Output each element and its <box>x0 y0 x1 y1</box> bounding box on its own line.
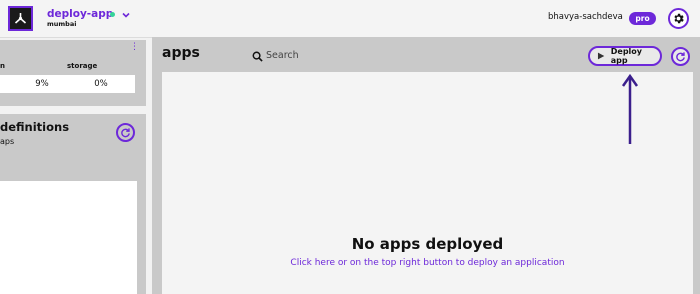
top-bar: deploy-app mumbai bhavya-sachdeva pro <box>0 0 700 38</box>
play-icon <box>597 52 605 60</box>
status-indicator <box>110 12 115 17</box>
usage-panel: ⋮ n storage 9% 0% <box>0 40 146 106</box>
refresh-button[interactable] <box>671 47 690 66</box>
definitions-title: definitions <box>0 120 70 134</box>
app-name[interactable]: deploy-app <box>47 8 113 20</box>
more-vertical-icon[interactable]: ⋮ <box>130 43 139 52</box>
search-input[interactable]: Search <box>266 50 299 61</box>
arrow-up-annotation <box>621 73 639 144</box>
stat-value: 9% <box>0 75 71 93</box>
definitions-panel: definitions aps <box>0 114 146 294</box>
plan-badge: pro <box>629 12 656 25</box>
apps-list-area: No apps deployed Click here or on the to… <box>162 72 693 294</box>
chevron-down-icon[interactable] <box>121 10 131 20</box>
username[interactable]: bhavya-sachdeva <box>548 12 623 22</box>
logo-icon[interactable] <box>8 6 33 31</box>
gear-icon <box>674 13 684 24</box>
search-icon <box>252 51 263 62</box>
deploy-app-button[interactable]: Deploy app <box>588 46 662 66</box>
stat-label: n <box>0 62 5 70</box>
refresh-icon <box>121 128 130 138</box>
deploy-button-label: Deploy app <box>610 47 642 65</box>
settings-button[interactable] <box>668 8 689 29</box>
refresh-button[interactable] <box>116 123 135 142</box>
empty-state-title: No apps deployed <box>351 235 504 253</box>
empty-state-link[interactable]: Click here or on the top right button to… <box>162 258 693 268</box>
page-title: apps <box>162 45 200 61</box>
definitions-list <box>0 181 137 294</box>
refresh-icon <box>676 52 685 62</box>
storage-value: 0% <box>67 75 135 93</box>
stat-label: storage <box>67 62 98 70</box>
region-label: mumbai <box>47 20 77 28</box>
apps-panel: apps Search Deploy app No apps deployed … <box>152 37 700 294</box>
definitions-subtitle: aps <box>0 137 15 146</box>
